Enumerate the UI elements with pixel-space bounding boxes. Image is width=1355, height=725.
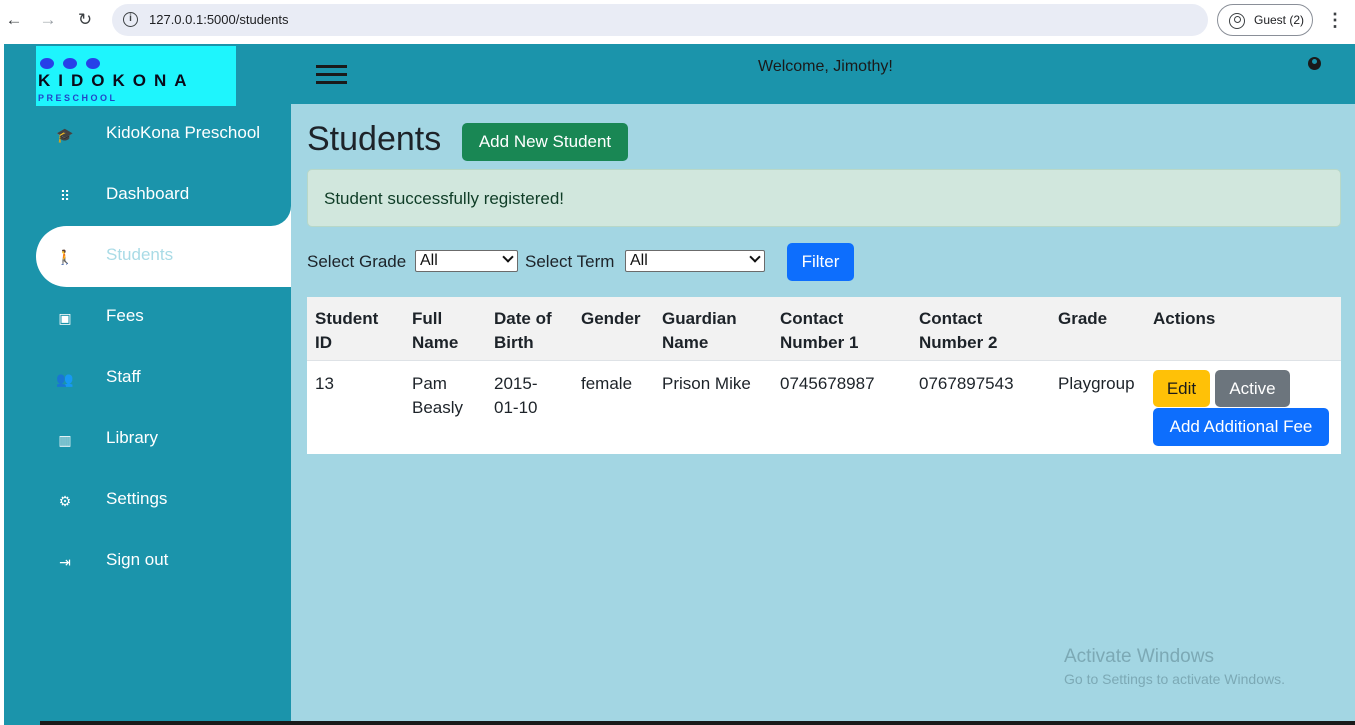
top-navbar: Welcome, Jimothy! [291, 44, 1355, 104]
address-bar[interactable]: i 127.0.0.1:5000/students [112, 4, 1208, 36]
term-select[interactable]: All [625, 250, 765, 272]
back-icon[interactable]: ← [4, 10, 24, 30]
hamburger-menu-icon[interactable] [316, 65, 347, 84]
page-title: Students [307, 120, 442, 158]
user-icon[interactable] [1308, 57, 1321, 70]
kidokona-logo[interactable]: KIDOKONA PRESCHOOL [36, 46, 236, 106]
sidebar-item-label: Staff [106, 367, 141, 386]
column-header-contact-1: Contact Number 1 [780, 309, 859, 352]
column-header-actions: Actions [1153, 309, 1216, 328]
column-header-student-id: Student ID [315, 309, 379, 352]
sidebar-item-staff[interactable]: 👥 Staff [36, 348, 291, 409]
cell-grade: Playgroup [1058, 374, 1135, 393]
column-header-contact-2: Contact Number 2 [919, 309, 998, 352]
users-icon: 👥 [56, 371, 74, 387]
term-select-value: All [630, 252, 648, 269]
url-text: 127.0.0.1:5000/students [149, 12, 289, 27]
students-table: Student ID Full Name Date of Birth Gender G… [307, 297, 1341, 454]
grade-select-value: All [420, 252, 438, 269]
column-header-guardian-name: Guardian Name [662, 309, 737, 352]
column-header-grade: Grade [1058, 309, 1108, 328]
cell-guardian-name: Prison Mike [662, 374, 751, 393]
grade-select[interactable]: All [415, 250, 518, 272]
edit-button[interactable]: Edit [1153, 370, 1210, 407]
sidebar-item-dashboard[interactable]: ⠿ Dashboard [36, 165, 291, 226]
main-content: Students Add New Student Student success… [291, 104, 1355, 725]
profile-label: Guest (2) [1254, 13, 1305, 27]
sidebar-item-settings[interactable]: ⚙ Settings [36, 470, 291, 531]
child-icon: 🚶 [56, 249, 74, 265]
column-header-gender: Gender [581, 309, 641, 328]
logo-subtitle: PRESCHOOL [38, 93, 118, 103]
cell-full-name: Pam Beasly [412, 374, 464, 417]
sidebar-item-label: Sign out [106, 550, 169, 569]
grid-icon: ⠿ [59, 188, 71, 204]
filter-button[interactable]: Filter [787, 243, 854, 281]
watermark-subtitle: Go to Settings to activate Windows. [1064, 671, 1285, 687]
sidebar-item-fees[interactable]: ▣ Fees [36, 287, 291, 348]
add-additional-fee-button[interactable]: Add Additional Fee [1153, 408, 1329, 446]
profile-icon [1229, 13, 1245, 29]
cell-date-of-birth: 2015- 01-10 [494, 374, 538, 417]
browser-toolbar: ← → ↻ i 127.0.0.1:5000/students Guest (2… [0, 0, 1355, 40]
sidebar-item-label: KidoKona Preschool [106, 123, 261, 142]
sidebar-item-label: Settings [106, 489, 168, 508]
welcome-message: Welcome, Jimothy! [758, 58, 893, 75]
site-info-icon[interactable]: i [123, 12, 138, 27]
forward-icon[interactable]: → [38, 10, 58, 30]
cell-contact-1: 0745678987 [780, 374, 875, 393]
graduation-cap-icon: 🎓 [56, 127, 74, 143]
logo-name: KIDOKONA [38, 71, 195, 90]
sidebar: KIDOKONA PRESCHOOL 🎓 KidoKona Preschool … [4, 44, 291, 725]
sidebar-item-label: Students [106, 245, 174, 264]
sidebar-item-students[interactable]: 🚶 Students [36, 226, 291, 287]
chevron-down-icon [749, 251, 761, 263]
gear-icon: ⚙ [58, 493, 72, 509]
profile-button[interactable]: Guest (2) [1217, 4, 1313, 36]
column-header-full-name: Full Name [412, 309, 459, 352]
taskbar-edge [40, 721, 1355, 725]
column-header-date-of-birth: Date of Birth [494, 309, 552, 352]
cell-student-id: 13 [315, 374, 334, 393]
sidebar-item-kidokona-preschool[interactable]: 🎓 KidoKona Preschool [36, 104, 291, 165]
sidebar-item-sign-out[interactable]: ⇥ Sign out [36, 531, 291, 592]
cell-gender: female [581, 374, 633, 393]
browser-menu-icon[interactable]: ⋮ [1326, 8, 1344, 32]
sidebar-item-label: Dashboard [106, 184, 190, 203]
reload-icon[interactable]: ↻ [75, 10, 95, 30]
sign-out-icon: ⇥ [59, 554, 71, 570]
success-alert: Student successfully registered! [307, 169, 1341, 227]
sidebar-item-library[interactable]: ▥ Library [36, 409, 291, 470]
books-icon: ▥ [58, 432, 72, 448]
add-new-student-button[interactable]: Add New Student [462, 123, 628, 161]
term-filter-label: Select Term [525, 252, 615, 271]
active-status-button[interactable]: Active [1215, 370, 1290, 407]
sidebar-item-label: Fees [106, 306, 144, 325]
watermark-title: Activate Windows [1064, 646, 1214, 667]
cell-contact-2: 0767897543 [919, 374, 1014, 393]
alert-message: Student successfully registered! [324, 189, 565, 208]
grade-filter-label: Select Grade [307, 252, 407, 271]
activate-windows-watermark: Activate Windows Go to Settings to activ… [1064, 646, 1285, 687]
wallet-icon: ▣ [58, 310, 72, 326]
sidebar-item-label: Library [106, 428, 158, 447]
table-header: Student ID Full Name Date of Birth Gender G… [307, 297, 1341, 361]
chevron-down-icon [502, 251, 514, 263]
